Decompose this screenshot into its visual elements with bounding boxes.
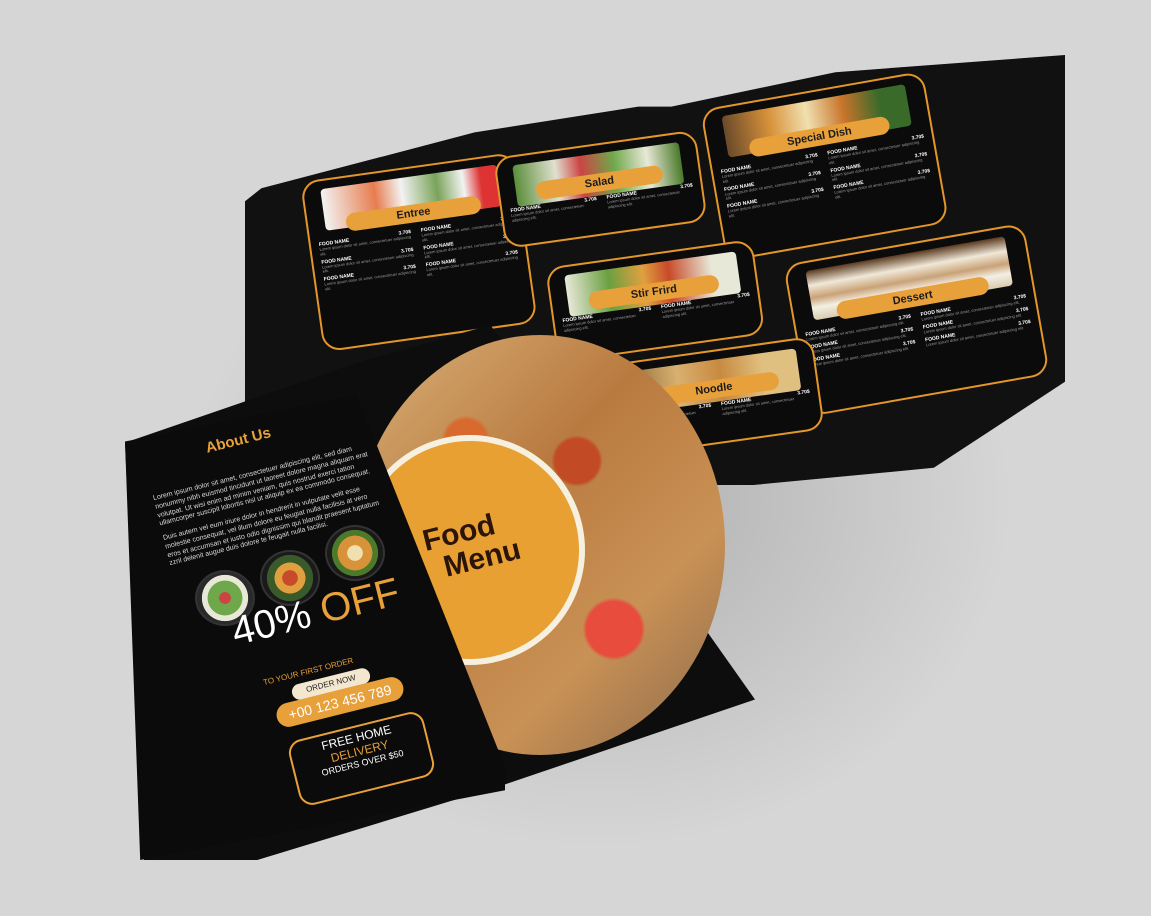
- brochure-scene: Entree FOOD NAME 3.70$ Lorem ipsum dolor s…: [0, 0, 1151, 916]
- thumbnail-special-dish: [325, 525, 385, 581]
